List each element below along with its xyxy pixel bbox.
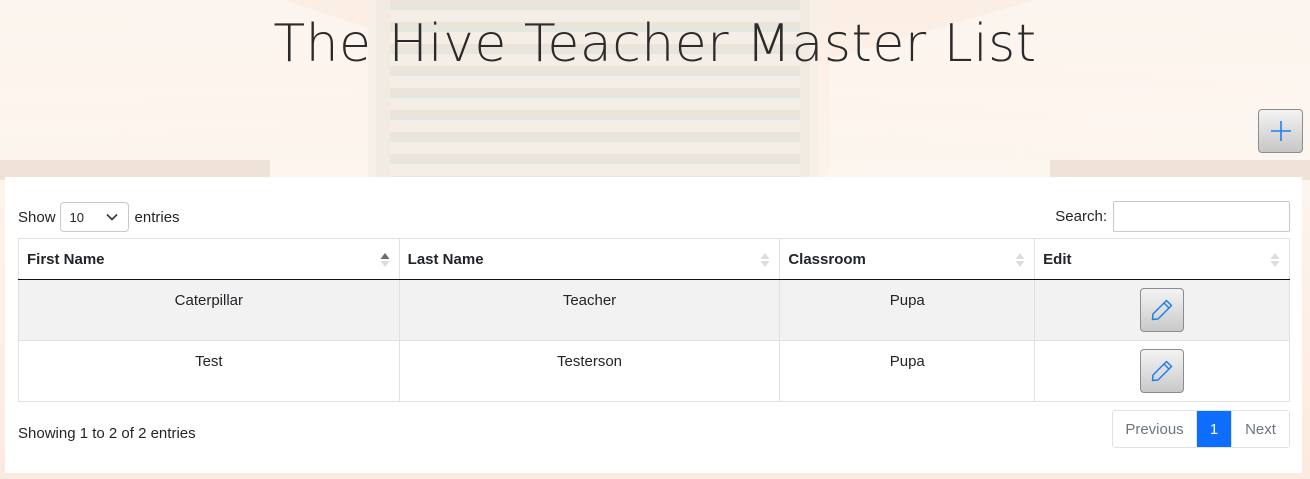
column-header-last-name[interactable]: Last Name [398, 238, 781, 280]
edit-teacher-button[interactable] [1140, 349, 1185, 393]
cell-edit [1034, 279, 1290, 341]
table-info: Showing 1 to 2 of 2 entries [18, 425, 196, 442]
column-header-classroom[interactable]: Classroom [779, 238, 1036, 280]
chevron-down-icon [105, 213, 118, 221]
teacher-table: First Name Last Name Classroom Edit Cate… [18, 238, 1290, 402]
column-header-edit[interactable]: Edit [1034, 238, 1290, 280]
page-title: The Hive Teacher Master List [273, 14, 1037, 74]
pagination: Previous 1 Next [1112, 410, 1290, 448]
pencil-icon [1151, 299, 1173, 321]
cell-classroom: Pupa [779, 279, 1036, 341]
cell-last-name: Teacher [398, 279, 781, 341]
page-1-button[interactable]: 1 [1197, 411, 1231, 447]
sort-ascending-icon [380, 253, 390, 267]
show-label: Show [18, 208, 56, 226]
column-header-first-name[interactable]: First Name [18, 238, 400, 280]
table-row: Test Testerson Pupa [18, 340, 1290, 402]
sort-both-icon [1015, 253, 1025, 267]
teacher-table-panel: Show 10 entries Search: First Name Last … [5, 177, 1302, 473]
search-control: Search: [1055, 201, 1290, 232]
sort-both-icon [760, 253, 770, 267]
cell-first-name: Test [18, 340, 400, 402]
search-input[interactable] [1113, 201, 1290, 232]
sort-both-icon [1270, 253, 1280, 267]
page-length-value: 10 [69, 209, 84, 225]
table-header-row: First Name Last Name Classroom Edit [18, 238, 1290, 280]
add-teacher-button[interactable] [1258, 109, 1303, 153]
table-row: Caterpillar Teacher Pupa [18, 279, 1290, 341]
search-label: Search: [1055, 208, 1107, 225]
cell-edit [1034, 340, 1290, 402]
page-length-control: Show 10 entries [18, 202, 180, 232]
previous-page-button[interactable]: Previous [1113, 411, 1197, 447]
cell-last-name: Testerson [398, 340, 781, 402]
cell-first-name: Caterpillar [18, 279, 400, 341]
entries-label: entries [134, 208, 180, 226]
cell-classroom: Pupa [779, 340, 1036, 402]
edit-teacher-button[interactable] [1140, 288, 1185, 332]
page-length-select[interactable]: 10 [59, 202, 129, 232]
next-page-button[interactable]: Next [1231, 411, 1289, 447]
pencil-icon [1151, 360, 1173, 382]
plus-icon [1270, 121, 1291, 141]
